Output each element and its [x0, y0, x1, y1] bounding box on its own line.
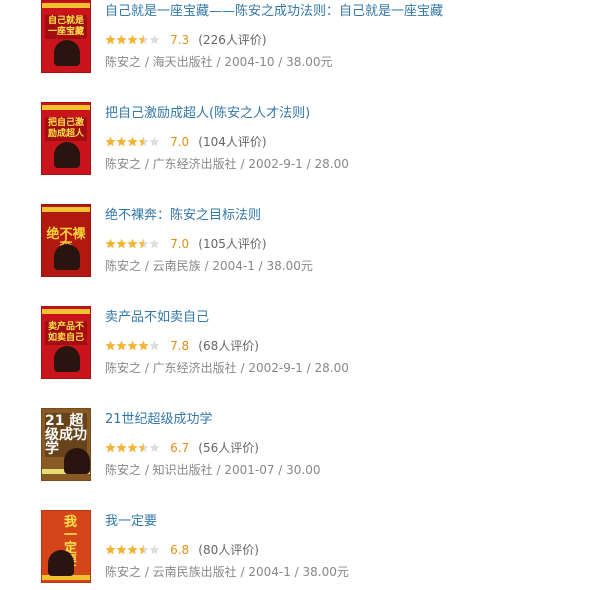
star-empty-icon: [149, 238, 160, 249]
star-filled-icon: [116, 34, 127, 45]
star-filled-icon: [105, 340, 116, 351]
star-filled-icon: [105, 136, 116, 147]
book-title-link[interactable]: 卖产品不如卖自己: [105, 309, 209, 327]
rating-count: (56人评价): [198, 441, 259, 455]
star-filled-icon: [127, 544, 138, 555]
rating-stars-icon: [105, 544, 160, 555]
rating-score: 7.0: [170, 237, 190, 251]
star-filled-icon: [127, 34, 138, 45]
rating: 7.0 (105人评价): [105, 235, 267, 251]
book-cover-icon[interactable]: 我一定要: [41, 510, 91, 583]
rating-score: 7.3: [170, 33, 190, 47]
rating-count: (226人评价): [198, 33, 267, 47]
book-title-link[interactable]: 21世纪超级成功学: [105, 411, 213, 429]
star-filled-icon: [105, 238, 116, 249]
rating: 6.7 (56人评价): [105, 439, 259, 455]
book-publisher-info: 陈安之 / 云南民族 / 2004-1 / 38.00元: [105, 259, 313, 273]
book-title-link[interactable]: 自己就是一座宝藏——陈安之成功法则：自己就是一座宝藏: [105, 3, 443, 21]
book-cover-icon[interactable]: 把自己激励成超人: [41, 102, 91, 175]
book-item: 把自己激励成超人 把自己激励成超人(陈安之人才法则) 7.0 (104人评价) …: [0, 102, 603, 182]
rating-stars-icon: [105, 34, 160, 45]
cover-text: 自己就是一座宝藏: [45, 15, 87, 39]
rating-count: (68人评价): [198, 339, 259, 353]
book-title-link[interactable]: 绝不裸奔：陈安之目标法则: [105, 207, 261, 225]
rating-score: 6.7: [170, 441, 190, 455]
star-filled-icon: [116, 136, 127, 147]
rating-count: (80人评价): [198, 543, 259, 557]
star-empty-icon: [149, 544, 160, 555]
star-empty-icon: [149, 442, 160, 453]
book-publisher-info: 陈安之 / 云南民族出版社 / 2004-1 / 38.00元: [105, 565, 349, 579]
rating-count: (105人评价): [198, 237, 267, 251]
star-filled-icon: [138, 340, 149, 351]
rating-score: 7.0: [170, 135, 190, 149]
cover-text: 把自己激励成超人: [45, 117, 87, 141]
star-filled-icon: [105, 34, 116, 45]
star-empty-icon: [149, 34, 160, 45]
star-filled-icon: [127, 136, 138, 147]
book-item: 绝不裸奔 绝不裸奔：陈安之目标法则 7.0 (105人评价) 陈安之 / 云南民…: [0, 204, 603, 284]
star-filled-icon: [116, 340, 127, 351]
book-item: 21 超级成功学 21世纪超级成功学 6.7 (56人评价) 陈安之 / 知识出…: [0, 408, 603, 488]
rating: 6.8 (80人评价): [105, 541, 259, 557]
star-filled-icon: [105, 442, 116, 453]
star-filled-icon: [116, 238, 127, 249]
star-filled-icon: [105, 544, 116, 555]
rating: 7.3 (226人评价): [105, 31, 267, 47]
rating-stars-icon: [105, 442, 160, 453]
star-empty-icon: [149, 340, 160, 351]
star-filled-icon: [116, 442, 127, 453]
book-item: 自己就是一座宝藏 自己就是一座宝藏——陈安之成功法则：自己就是一座宝藏 7.3 …: [0, 0, 603, 80]
star-filled-icon: [127, 340, 138, 351]
book-cover-icon[interactable]: 自己就是一座宝藏: [41, 0, 91, 73]
star-empty-icon: [149, 136, 160, 147]
rating: 7.8 (68人评价): [105, 337, 259, 353]
book-cover-icon[interactable]: 卖产品不如卖自己: [41, 306, 91, 379]
star-filled-icon: [127, 238, 138, 249]
book-title-link[interactable]: 我一定要: [105, 513, 157, 531]
book-publisher-info: 陈安之 / 广东经济出版社 / 2002-9-1 / 28.00: [105, 361, 349, 375]
book-cover-icon[interactable]: 21 超级成功学: [41, 408, 91, 481]
cover-text: 卖产品不如卖自己: [45, 321, 87, 345]
rating-stars-icon: [105, 238, 160, 249]
book-list: 自己就是一座宝藏 自己就是一座宝藏——陈安之成功法则：自己就是一座宝藏 7.3 …: [0, 0, 603, 588]
star-filled-icon: [116, 544, 127, 555]
rating: 7.0 (104人评价): [105, 133, 267, 149]
rating-score: 7.8: [170, 339, 190, 353]
rating-stars-icon: [105, 136, 160, 147]
rating-count: (104人评价): [198, 135, 267, 149]
book-publisher-info: 陈安之 / 广东经济出版社 / 2002-9-1 / 28.00: [105, 157, 349, 171]
star-filled-icon: [127, 442, 138, 453]
rating-stars-icon: [105, 340, 160, 351]
rating-score: 6.8: [170, 543, 190, 557]
book-item: 卖产品不如卖自己 卖产品不如卖自己 7.8 (68人评价) 陈安之 / 广东经济…: [0, 306, 603, 386]
book-title-link[interactable]: 把自己激励成超人(陈安之人才法则): [105, 105, 310, 123]
book-cover-icon[interactable]: 绝不裸奔: [41, 204, 91, 277]
book-publisher-info: 陈安之 / 知识出版社 / 2001-07 / 30.00: [105, 463, 321, 477]
book-item: 我一定要 我一定要 6.8 (80人评价) 陈安之 / 云南民族出版社 / 20…: [0, 510, 603, 590]
book-publisher-info: 陈安之 / 海天出版社 / 2004-10 / 38.00元: [105, 55, 333, 69]
